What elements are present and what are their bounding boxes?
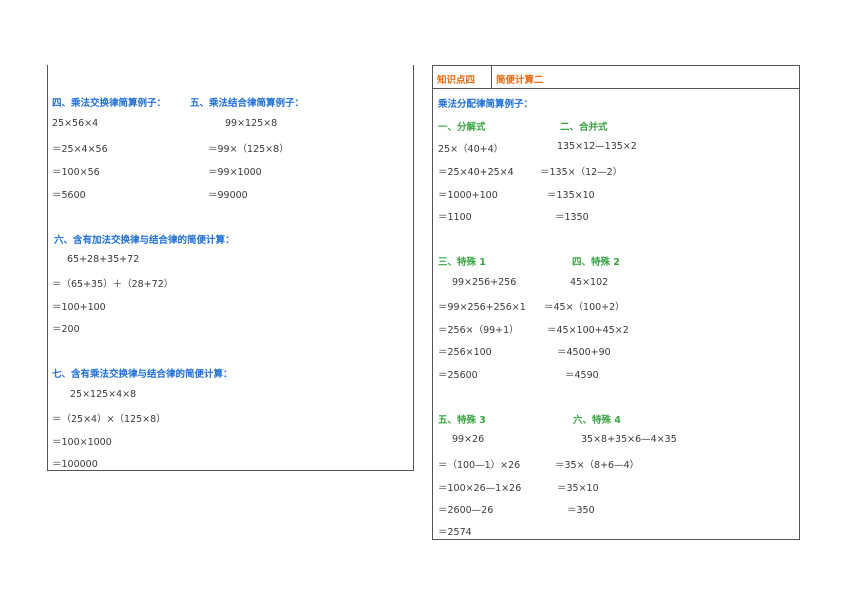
section-4-line: 25×56×4: [52, 118, 99, 129]
section-7-line: 25×125×4×8: [70, 389, 137, 400]
section-6-line: ＝（65+35）＋（28+72）: [52, 279, 174, 290]
section-5-line: ＝99×1000: [208, 167, 262, 178]
s6-title: 六、特殊 4: [573, 415, 621, 426]
s6-line: 35×8+35×6—4×35: [581, 434, 677, 445]
section-6-line: ＝200: [52, 324, 80, 335]
s4-title: 四、特殊 2: [572, 257, 620, 268]
knowledge-point-label: 知识点四: [437, 75, 476, 86]
distributive-subtitle: 乘法分配律简算例子：: [438, 99, 534, 110]
s3-line: ＝256×100: [438, 347, 492, 358]
s4-line: ＝4590: [565, 370, 599, 381]
section-7-line: ＝100000: [52, 459, 98, 470]
section-6-line: 65+28+35+72: [67, 254, 140, 265]
section-5-title: 五、乘法结合律简算例子：: [190, 98, 305, 109]
section-5-line: 99×125×8: [225, 118, 278, 129]
s3-line: ＝256×（99+1）: [438, 325, 519, 336]
s5-line: ＝2600—26: [438, 505, 494, 516]
s3-title: 三、特殊 1: [438, 257, 486, 268]
s4-line: ＝4500+90: [557, 347, 611, 358]
s6-line: ＝350: [567, 505, 595, 516]
section-7-line: ＝100×1000: [52, 437, 112, 448]
s1-line: ＝25×40+25×4: [438, 167, 514, 178]
section-4-line: ＝5600: [52, 190, 86, 201]
right-box-header-split: [491, 65, 492, 89]
right-box-right-border: [799, 65, 800, 540]
section-4-line: ＝100×56: [52, 167, 100, 178]
right-box-header-divider: [432, 88, 800, 89]
left-box-bottom-border: [47, 470, 414, 471]
s2-line: 135×12—135×2: [557, 141, 637, 152]
s5-line: 99×26: [452, 434, 485, 445]
s3-line: ＝99×256+256×1: [438, 302, 526, 313]
s5-line: ＝2574: [438, 527, 472, 538]
section-4-line: ＝25×4×56: [52, 144, 108, 155]
s3-line: ＝25600: [438, 370, 478, 381]
section-5-line: ＝99×（125×8）: [208, 144, 289, 155]
s4-line: ＝45×100+45×2: [547, 325, 629, 336]
s1-line: ＝1000+100: [438, 190, 498, 201]
s1-title: 一、分解式: [438, 122, 486, 133]
section-4-title: 四、乘法交换律简算例子：: [52, 98, 167, 109]
section-6-line: ＝100+100: [52, 302, 106, 313]
section-7-line: ＝（25×4）×（125×8）: [52, 414, 166, 425]
s4-line: 45×102: [570, 277, 609, 288]
section-6-title: 六、含有加法交换律与结合律的简便计算：: [54, 235, 235, 246]
s5-title: 五、特殊 3: [438, 415, 486, 426]
knowledge-point-title: 简便计算二: [496, 75, 544, 86]
section-7-title: 七、含有乘法交换律与结合律的简便计算：: [52, 369, 233, 380]
s6-line: ＝35×10: [557, 483, 599, 494]
left-box-right-border: [413, 65, 414, 471]
s6-line: ＝35×（8+6—4）: [555, 460, 640, 471]
s4-line: ＝45×（100+2）: [544, 302, 625, 313]
s5-line: ＝（100—1）×26: [438, 460, 521, 471]
right-box-bottom-border: [432, 539, 800, 540]
s5-line: ＝100×26—1×26: [438, 483, 522, 494]
right-box-left-border: [432, 65, 433, 540]
left-box-left-border: [47, 65, 48, 471]
s1-line: ＝1100: [438, 212, 472, 223]
s2-line: ＝135×（12—2）: [540, 167, 623, 178]
s2-line: ＝135×10: [547, 190, 595, 201]
s2-line: ＝1350: [555, 212, 589, 223]
s2-title: 二、合并式: [560, 122, 608, 133]
s3-line: 99×256+256: [452, 277, 517, 288]
s1-line: 25×（40+4）: [438, 144, 504, 155]
right-box-top-border: [432, 65, 800, 66]
section-5-line: ＝99000: [208, 190, 248, 201]
